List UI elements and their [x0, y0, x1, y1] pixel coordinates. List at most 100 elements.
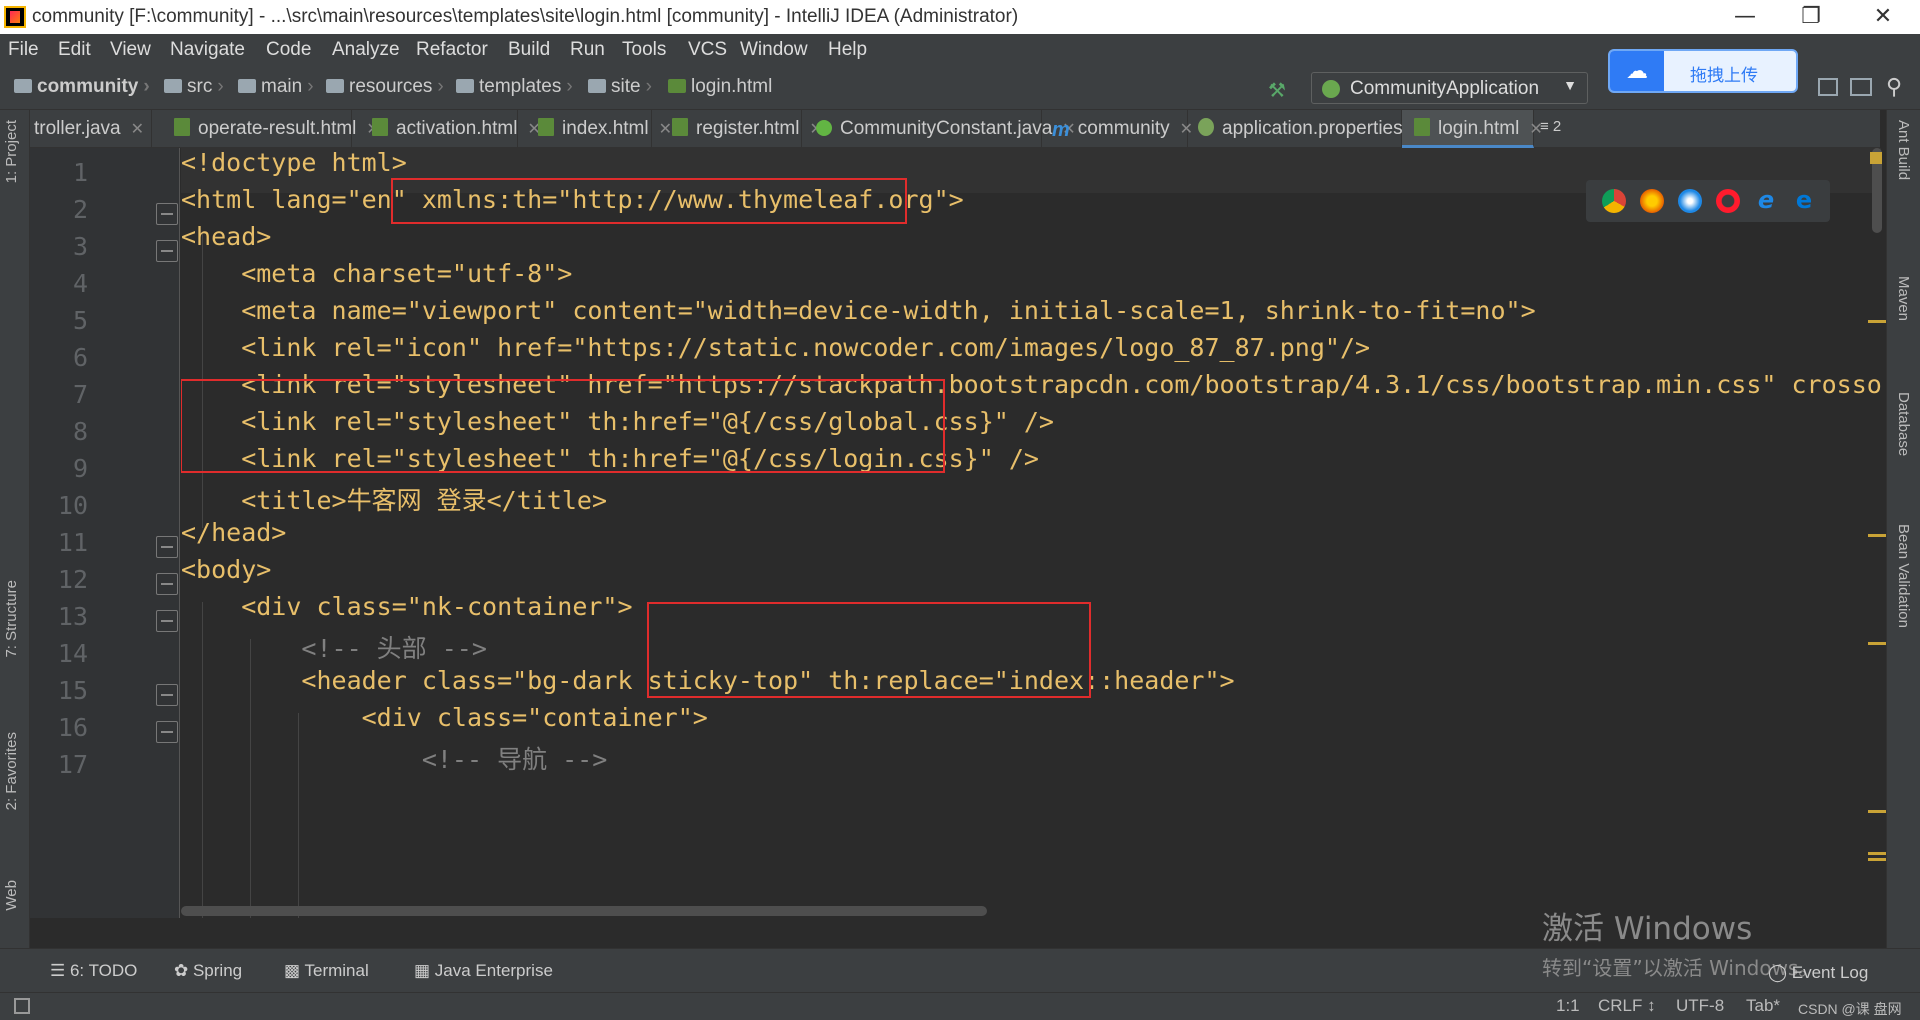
- properties-icon: [1198, 118, 1214, 136]
- code-editor[interactable]: <!doctype html> <html lang="en" xmlns:th…: [181, 148, 1881, 918]
- fold-marker-icon[interactable]: [156, 203, 178, 225]
- safari-icon[interactable]: [1678, 189, 1702, 213]
- tab-label: community: [1077, 118, 1170, 139]
- tab-operate-result-html[interactable]: operate-result.html✕: [152, 110, 380, 148]
- fold-marker-icon[interactable]: [156, 684, 178, 706]
- firefox-icon[interactable]: [1640, 189, 1664, 213]
- csdn-watermark: CSDN @课 盘网: [1798, 1001, 1902, 1017]
- tab-controller-java[interactable]: troller.java ✕: [30, 110, 152, 148]
- breadcrumb-login-html[interactable]: login.html: [668, 76, 772, 98]
- line-number: 3: [72, 232, 88, 261]
- tab-community-maven[interactable]: m community ✕: [1042, 110, 1193, 148]
- breadcrumb-templates[interactable]: templates ›: [456, 76, 578, 98]
- menu-tools[interactable]: Tools: [622, 39, 666, 61]
- drag-upload-button[interactable]: ☁ 拖拽上传: [1608, 49, 1798, 93]
- line-number: 14: [57, 639, 88, 668]
- inspection-status-icon[interactable]: [1870, 152, 1882, 164]
- menu-run[interactable]: Run: [570, 39, 605, 61]
- tab-login-html[interactable]: login.html ✕: [1402, 110, 1543, 148]
- close-button[interactable]: ✕: [1858, 2, 1908, 32]
- menu-build[interactable]: Build: [508, 39, 550, 61]
- tab-label: operate-result.html: [198, 118, 357, 139]
- tab-label: troller.java: [34, 118, 121, 139]
- close-tab-icon[interactable]: ✕: [131, 121, 144, 138]
- breadcrumb-main[interactable]: main ›: [238, 76, 319, 98]
- layout-icon[interactable]: [1850, 78, 1872, 96]
- chevron-right-icon: ›: [566, 76, 573, 97]
- fold-marker-icon[interactable]: [156, 536, 178, 558]
- file-encoding[interactable]: UTF-8: [1676, 996, 1724, 1016]
- breadcrumb-site[interactable]: site ›: [588, 76, 657, 98]
- line-number: 5: [72, 306, 88, 335]
- opera-icon[interactable]: [1716, 189, 1740, 213]
- fold-marker-icon[interactable]: [156, 721, 178, 743]
- fold-marker-icon[interactable]: [156, 610, 178, 632]
- fold-marker-icon[interactable]: [156, 240, 178, 262]
- tool-todo[interactable]: ☰ 6: TODO: [50, 961, 137, 981]
- error-stripe-mark[interactable]: [1868, 320, 1886, 323]
- horizontal-scrollbar[interactable]: [181, 906, 987, 916]
- menu-edit[interactable]: Edit: [58, 39, 91, 61]
- line-number: 16: [57, 713, 88, 742]
- breadcrumb-src[interactable]: src ›: [164, 76, 229, 98]
- menu-file[interactable]: File: [8, 39, 39, 61]
- annotation-box-replace: [647, 602, 1091, 698]
- menu-analyze[interactable]: Analyze: [332, 39, 400, 61]
- event-log-button[interactable]: ◯ Event Log: [1768, 963, 1868, 983]
- line-number: 15: [57, 676, 88, 705]
- indent-setting[interactable]: Tab*: [1746, 996, 1780, 1016]
- menu-window[interactable]: Window: [740, 39, 808, 61]
- tool-spring[interactable]: ✿ Spring: [174, 961, 242, 981]
- tab-register-html[interactable]: register.html✕: [652, 110, 823, 148]
- tool-maven[interactable]: Maven: [1895, 276, 1912, 321]
- tool-database[interactable]: Database: [1895, 392, 1912, 456]
- restore-button[interactable]: ❐: [1786, 2, 1836, 32]
- internet-explorer-icon[interactable]: e: [1754, 188, 1778, 213]
- caret-position[interactable]: 1:1: [1556, 996, 1580, 1016]
- tab-index-html[interactable]: index.html ✕: [518, 110, 672, 148]
- tool-project[interactable]: 1: Project: [3, 120, 20, 183]
- menu-refactor[interactable]: Refactor: [416, 39, 488, 61]
- tool-bean-validation[interactable]: Bean Validation: [1895, 524, 1912, 628]
- tool-window-toggle-icon[interactable]: [14, 998, 30, 1014]
- breadcrumb-community[interactable]: community ›: [14, 76, 155, 98]
- error-stripe-mark[interactable]: [1868, 852, 1886, 855]
- chrome-icon[interactable]: [1602, 189, 1626, 213]
- menu-vcs[interactable]: VCS: [688, 39, 727, 61]
- breadcrumb-resources[interactable]: resources ›: [326, 76, 449, 98]
- html-file-icon: [672, 118, 688, 136]
- menu-navigate[interactable]: Navigate: [170, 39, 245, 61]
- search-icon[interactable]: ⚲: [1886, 75, 1902, 100]
- window-title: community [F:\community] - ...\src\main\…: [32, 6, 1019, 27]
- tool-terminal[interactable]: ▩ Terminal: [284, 961, 369, 981]
- error-stripe-mark[interactable]: [1868, 534, 1886, 537]
- error-stripe-mark[interactable]: [1868, 642, 1886, 645]
- build-hammer-icon[interactable]: ⚒: [1268, 78, 1290, 102]
- menu-code[interactable]: Code: [266, 39, 311, 61]
- tool-structure[interactable]: 7: Structure: [3, 580, 20, 658]
- error-stripe-mark[interactable]: [1868, 858, 1886, 861]
- fold-marker-icon[interactable]: [156, 573, 178, 595]
- menu-help[interactable]: Help: [828, 39, 867, 61]
- tool-favorites[interactable]: 2: Favorites: [3, 732, 20, 810]
- edge-icon[interactable]: e: [1792, 188, 1816, 213]
- tab-application-properties[interactable]: application.properties✕: [1188, 110, 1426, 148]
- tool-label: Spring: [192, 961, 243, 980]
- tool-ant-build[interactable]: Ant Build: [1895, 120, 1912, 180]
- line-number: 17: [57, 750, 88, 779]
- folder-icon: [588, 79, 606, 93]
- balloon-icon: ◯: [1768, 963, 1792, 982]
- menu-view[interactable]: View: [110, 39, 151, 61]
- breadcrumb-label: site: [611, 76, 641, 97]
- tab-overflow-button[interactable]: ≡ 2: [1536, 110, 1576, 148]
- minimize-button[interactable]: —: [1720, 2, 1770, 32]
- project-structure-icon[interactable]: [1818, 78, 1838, 96]
- tool-label: 6: TODO: [69, 961, 138, 980]
- line-separator[interactable]: CRLF ↕: [1598, 996, 1656, 1016]
- run-configuration-select[interactable]: CommunityApplication ▼: [1311, 72, 1588, 104]
- tool-web[interactable]: Web: [3, 880, 20, 911]
- tab-community-constant-java[interactable]: CommunityConstant.java ✕: [802, 110, 1076, 148]
- tool-java-enterprise[interactable]: ▦ Java Enterprise: [414, 961, 553, 981]
- error-stripe-mark[interactable]: [1868, 810, 1886, 813]
- tab-activation-html[interactable]: activation.html ✕: [352, 110, 541, 148]
